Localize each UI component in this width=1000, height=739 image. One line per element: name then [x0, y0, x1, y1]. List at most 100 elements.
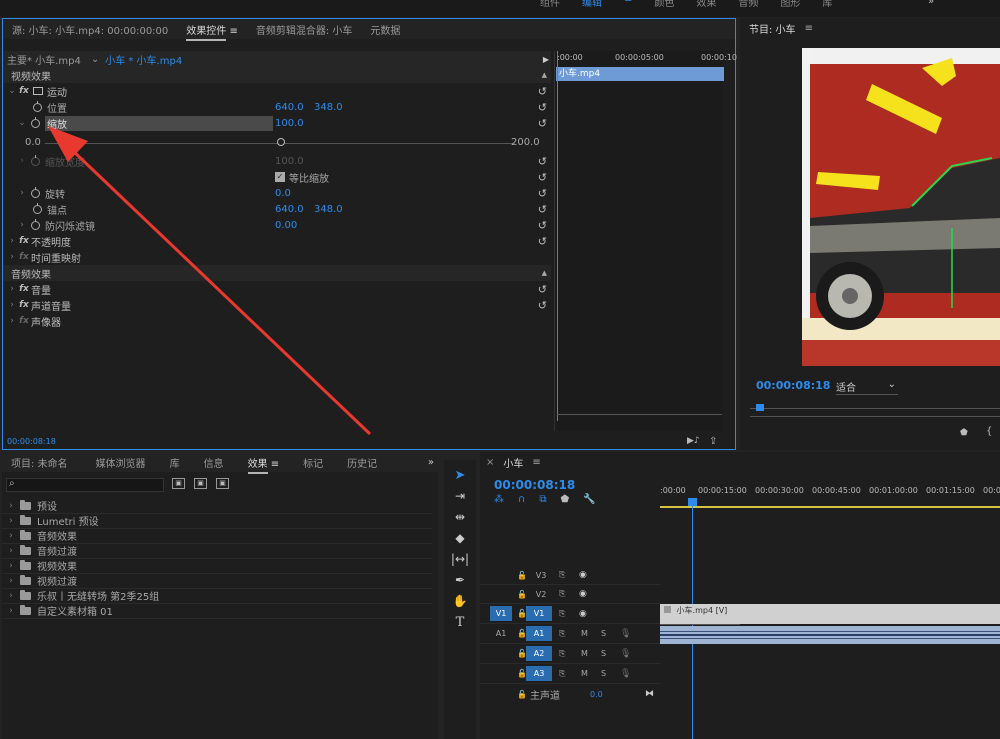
chevron-right-icon[interactable]: › [6, 546, 16, 556]
eye-icon[interactable]: ◉ [579, 570, 587, 580]
list-item[interactable]: › 自定义素材箱 01 [2, 603, 432, 619]
tools-panel: ➤ ⇥ ⇹ ◆ |↔| ✒ ✋ T [444, 460, 476, 739]
preset-folder-icon [20, 499, 31, 510]
program-title[interactable]: 节目: 小车 [740, 21, 805, 36]
fit-dropdown[interactable]: 适合 ⌄ [836, 379, 898, 395]
timeline-ruler[interactable]: :00:00 00:00:15:00 00:00:30:00 00:00:45:… [660, 486, 1000, 510]
program-scrubber[interactable] [750, 404, 1000, 414]
audio-clip-a1[interactable] [660, 626, 1000, 644]
chevron-right-icon[interactable]: › [6, 531, 16, 541]
track-header-master: 🔓 主声道 0.0 ⧓ [517, 689, 654, 702]
close-icon[interactable]: × [486, 457, 494, 468]
list-item[interactable]: › Lumetri 预设 [2, 513, 432, 529]
linked-selection-icon[interactable]: ⧉ [539, 494, 546, 505]
master-volume-value[interactable]: 0.0 [590, 690, 603, 699]
pen-tool-icon[interactable]: ✒ [449, 571, 471, 589]
type-tool-icon[interactable]: T [449, 613, 471, 631]
track-header-v2: 🔓 V2 ⎘ ◉ [480, 585, 660, 604]
chevron-right-icon[interactable]: › [6, 606, 16, 616]
chevron-right-icon[interactable]: › [6, 561, 16, 571]
panel-menu-icon[interactable]: ≡ [271, 459, 279, 470]
wrench-icon[interactable]: 🔧 [583, 494, 595, 505]
chevron-right-icon[interactable]: › [6, 501, 16, 511]
slip-tool-icon[interactable]: |↔| [449, 550, 471, 568]
track-header-v3: 🔓 V3 ⎘ ◉ [480, 566, 660, 585]
list-item[interactable]: › 预设 [2, 498, 432, 514]
tab-markers[interactable]: 标记 [294, 455, 332, 470]
list-item[interactable]: › 音频过渡 [2, 543, 432, 559]
audio-waveform [660, 631, 1000, 639]
program-zoom-bar[interactable] [750, 416, 1000, 417]
folder-icon [20, 559, 31, 570]
snap-icon[interactable]: ∩ [518, 494, 525, 505]
chevron-right-icon[interactable]: › [6, 516, 16, 526]
ripple-edit-tool-icon[interactable]: ⇹ [449, 508, 471, 526]
track-header-v1: V1 🔓 V1 ⎘ ◉ [480, 604, 660, 624]
effects-search-input[interactable]: ⌕ [6, 478, 164, 492]
tab-project[interactable]: 项目: 未命名 [2, 455, 77, 470]
source-patch-a1[interactable]: A1 [490, 626, 512, 641]
nest-icon[interactable]: ⁂ [494, 494, 504, 505]
chevron-right-icon[interactable]: › [6, 591, 16, 601]
tab-media-browser[interactable]: 媒体浏览器 [87, 455, 155, 470]
chevron-right-icon[interactable]: › [6, 576, 16, 586]
sync-lock-icon[interactable]: ⎘ [559, 649, 565, 659]
track-header-a2: 🔓 A2 ⎘ M S 🎙 [480, 644, 660, 664]
tab-effects[interactable]: 效果 ≡ [239, 455, 289, 474]
yuv-effects-icon[interactable]: ▣ [216, 478, 229, 489]
sync-lock-icon[interactable]: ⎘ [559, 629, 565, 639]
folder-icon [20, 574, 31, 585]
list-item[interactable]: › 视频效果 [2, 558, 432, 574]
sequence-timecode[interactable]: 00:00:08:18 [494, 478, 575, 492]
selection-tool-icon[interactable]: ➤ [449, 466, 471, 484]
lock-icon[interactable]: 🔓 [517, 690, 527, 699]
track-header-a3: 🔓 A3 ⎘ M S 🎙 [480, 664, 660, 684]
chevron-down-icon: ⌄ [887, 379, 896, 390]
timeline-end-marker [660, 624, 740, 625]
sync-lock-icon[interactable]: ⎘ [559, 609, 565, 619]
list-item[interactable]: › 音频效果 [2, 528, 432, 544]
32bit-effects-icon[interactable]: ▣ [194, 478, 207, 489]
sync-lock-icon[interactable]: ⎘ [559, 669, 565, 679]
microphone-icon[interactable]: 🎙 [620, 649, 631, 659]
go-to-end-icon[interactable]: ⧓ [645, 689, 654, 699]
sync-lock-icon[interactable]: ⎘ [559, 589, 565, 599]
program-timecode[interactable]: 00:00:08:18 [756, 379, 830, 392]
panel-menu-icon[interactable]: ≡ [805, 23, 813, 34]
program-playhead[interactable] [756, 404, 764, 411]
microphone-icon[interactable]: 🎙 [620, 629, 631, 639]
eye-icon[interactable]: ◉ [579, 589, 587, 599]
panel-menu-icon[interactable]: ≡ [532, 457, 540, 468]
program-monitor: 节目: 小车 ≡ 00:00:08:18 适合 ⌄ ⬟ { [740, 18, 1000, 450]
microphone-icon[interactable]: 🎙 [620, 669, 631, 679]
program-video[interactable] [802, 48, 1000, 366]
folder-icon [20, 544, 31, 555]
list-item[interactable]: › 视频过渡 [2, 573, 432, 589]
source-patch-v1[interactable]: V1 [490, 606, 512, 621]
list-item[interactable]: › 乐叔丨无缝转场 第2季25组 [2, 588, 432, 604]
in-point-icon[interactable]: { [986, 426, 992, 437]
marker-icon[interactable]: ⬟ [960, 428, 968, 438]
hand-tool-icon[interactable]: ✋ [449, 592, 471, 610]
accelerated-effects-icon[interactable]: ▣ [172, 478, 185, 489]
add-marker-icon[interactable]: ⬟ [560, 494, 569, 505]
work-area-bar[interactable] [660, 506, 1000, 508]
tab-history[interactable]: 历史记 [338, 455, 386, 470]
project-panel-tabs: 项目: 未命名 媒体浏览器 库 信息 效果 ≡ 标记 历史记 » [2, 452, 438, 474]
timeline-toolbar: ⁂ ∩ ⧉ ⬟ 🔧 [494, 494, 596, 505]
track-select-tool-icon[interactable]: ⇥ [449, 487, 471, 505]
panel-more-icon[interactable]: » [428, 457, 434, 468]
eye-icon[interactable]: ◉ [579, 609, 587, 619]
effects-search-field[interactable] [21, 479, 161, 491]
sync-lock-icon[interactable]: ⎘ [559, 570, 565, 580]
razor-tool-icon[interactable]: ◆ [449, 529, 471, 547]
tab-library[interactable]: 库 [161, 455, 189, 470]
tab-info[interactable]: 信息 [195, 455, 233, 470]
timeline-playhead-head[interactable] [688, 498, 697, 506]
search-icon: ⌕ [9, 478, 15, 489]
track-header-a1: A1 🔓 A1 ⎘ M S 🎙 [480, 624, 660, 644]
preset-folder-icon [20, 589, 31, 600]
fx-badge-icon [664, 606, 671, 613]
video-clip-v1[interactable]: 小车.mp4 [V] [660, 604, 1000, 624]
sequence-tab[interactable]: 小车 [494, 455, 532, 470]
